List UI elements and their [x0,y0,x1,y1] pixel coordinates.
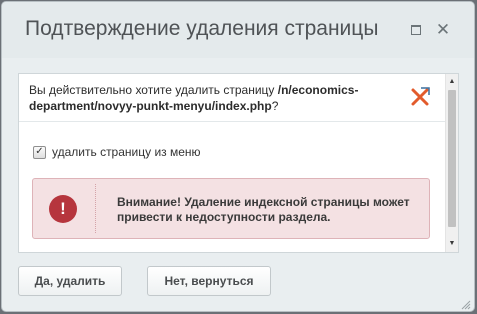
warning-text: Внимание! Удаление индексной страницы мо… [117,195,410,224]
scroll-down-icon[interactable]: ▼ [446,238,458,250]
divider [19,121,446,122]
scrollbar-thumb[interactable] [448,90,456,227]
warning-alert: ! Внимание! Удаление индексной страницы … [32,178,430,239]
remove-from-menu-label: удалить страницу из меню [52,145,201,159]
resize-grip-icon[interactable] [460,297,471,310]
content-scrollbar[interactable]: ▲ ▼ [445,74,458,252]
cancel-button[interactable]: Нет, вернуться [147,266,271,296]
confirmation-question: Вы действительно хотите удалить страницу… [29,82,399,114]
alert-separator [95,184,96,233]
remove-from-menu-checkbox[interactable]: ✓ [33,145,46,159]
delete-page-dialog: Подтверждение удаления страницы ✕ Вы дей… [1,1,475,312]
confirm-delete-button[interactable]: Да, удалить [18,266,122,296]
question-prefix: Вы действительно хотите удалить страницу [29,83,275,97]
dialog-content: Вы действительно хотите удалить страницу… [18,73,459,253]
close-icon[interactable]: ✕ [435,21,451,38]
warning-icon: ! [49,195,77,223]
maximize-icon[interactable] [408,22,424,38]
scroll-up-icon[interactable]: ▲ [446,76,458,88]
remove-from-menu-option[interactable]: ✓ удалить страницу из меню [33,145,201,159]
delete-page-icon [409,86,431,108]
question-suffix: ? [271,99,279,113]
dialog-title: Подтверждение удаления страницы [25,17,379,40]
dialog-titlebar[interactable]: Подтверждение удаления страницы ✕ [2,2,474,58]
